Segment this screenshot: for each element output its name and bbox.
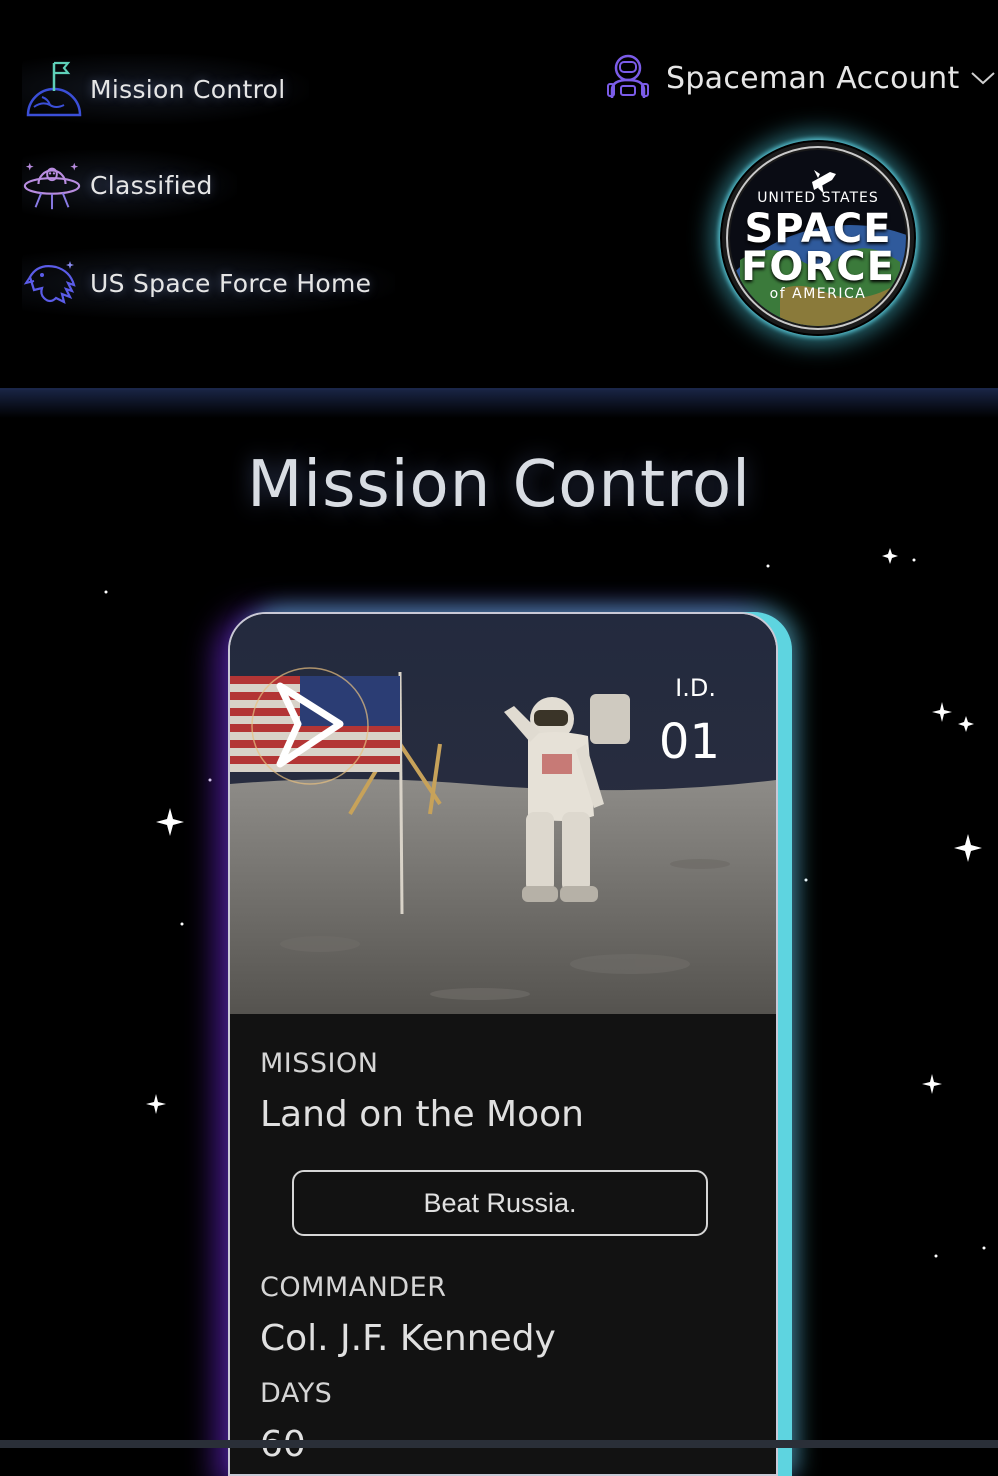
bottom-edge-bar <box>0 1440 998 1448</box>
ufo-alien-icon <box>22 155 82 215</box>
nav-label: US Space Force Home <box>90 268 372 298</box>
chevron-down-icon[interactable] <box>970 70 996 90</box>
account-label: Spaceman Account <box>666 60 960 96</box>
account-menu-button[interactable]: Spaceman Account <box>604 48 996 108</box>
nav-item-classified[interactable]: Classified <box>22 150 237 220</box>
logo-line-4: of AMERICA <box>769 286 867 302</box>
days-label: DAYS <box>260 1378 333 1409</box>
space-force-logo[interactable]: UNITED STATES SPACE FORCE of AMERICA <box>720 140 916 336</box>
page-title: Mission Control <box>247 448 751 522</box>
commander-label: COMMANDER <box>260 1272 447 1303</box>
mission-card[interactable]: I.D. 01 MISSION Land on the Moon COMMAND… <box>228 612 778 1476</box>
nav-label: Mission Control <box>90 74 286 104</box>
top-navigation-header: Mission Control Classified US Space Forc… <box>0 0 998 418</box>
commander-value: Col. J.F. Kennedy <box>260 1318 556 1359</box>
mission-value: Land on the Moon <box>260 1094 584 1135</box>
logo-line-3: FORCE <box>741 244 895 290</box>
nav-item-us-space-force-home[interactable]: US Space Force Home <box>22 248 396 318</box>
mission-label: MISSION <box>260 1048 379 1079</box>
id-value: 01 <box>658 714 720 770</box>
nav-label: Classified <box>90 170 213 200</box>
eagle-icon <box>22 253 82 313</box>
objective-button[interactable]: Beat Russia. <box>292 1170 708 1236</box>
nav-item-mission-control[interactable]: Mission Control <box>22 54 310 124</box>
astronaut-icon <box>604 52 652 104</box>
planet-flag-icon <box>22 59 82 119</box>
id-label: I.D. <box>675 674 716 702</box>
mission-photo: I.D. 01 <box>230 614 776 1014</box>
logo-line-1: UNITED STATES <box>757 190 879 206</box>
